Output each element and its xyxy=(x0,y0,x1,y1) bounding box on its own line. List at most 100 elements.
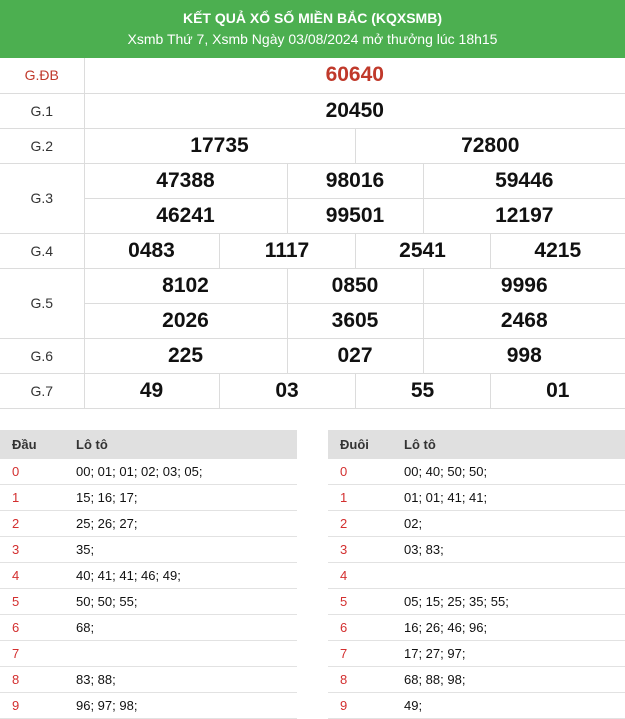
loto-row: 8 83; 88; xyxy=(0,666,297,693)
loto-row-key: 5 xyxy=(328,588,392,615)
prize-number-g3: 59446 xyxy=(422,162,625,199)
loto-row-key: 1 xyxy=(0,484,64,511)
loto-row-key: 6 xyxy=(0,614,64,641)
prize-number-g6: 225 xyxy=(83,337,288,374)
loto-row: 9 49; xyxy=(328,692,625,719)
loto-row: 2 02; xyxy=(328,510,625,537)
loto-row-values: 00; 40; 50; 50; xyxy=(392,458,625,485)
prize-number-g7: 49 xyxy=(83,372,220,409)
loto-row-values: 96; 97; 98; xyxy=(64,692,297,719)
loto-row-values: 50; 50; 55; xyxy=(64,588,297,615)
loto-row-key: 6 xyxy=(328,614,392,641)
prize-label-g7: G.7 xyxy=(0,372,85,409)
prize-number-g5: 9996 xyxy=(422,267,625,304)
loto-head-col-values: Lô tô xyxy=(64,429,297,459)
loto-row-values: 17; 27; 97; xyxy=(392,640,625,667)
loto-row-values: 03; 83; xyxy=(392,536,625,563)
loto-row-key: 1 xyxy=(328,484,392,511)
loto-row-key: 3 xyxy=(0,536,64,563)
prize-number-g3: 12197 xyxy=(422,197,625,234)
prize-label-g6: G.6 xyxy=(0,337,85,374)
loto-tail-col-values: Lô tô xyxy=(392,429,625,459)
prize-number-g3: 46241 xyxy=(84,197,288,234)
loto-row: 5 05; 15; 25; 35; 55; xyxy=(328,588,625,615)
loto-row: 4 40; 41; 41; 46; 49; xyxy=(0,562,297,589)
prize-number-g7: 01 xyxy=(489,372,625,409)
loto-row: 6 68; xyxy=(0,614,297,641)
loto-row-values: 68; xyxy=(64,614,297,641)
prize-number-g3: 47388 xyxy=(83,162,288,199)
loto-tail-table: Đuôi Lô tô 0 00; 40; 50; 50; 1 01; 01; 41; … xyxy=(328,429,625,719)
loto-row: 8 68; 88; 98; xyxy=(328,666,625,693)
prize-number-special: 60640 xyxy=(83,58,625,94)
loto-row-values: 25; 26; 27; xyxy=(64,510,297,537)
loto-head-table: Đầu Lô tô 0 00; 01; 01; 02; 03; 05; 1 15; 1… xyxy=(0,429,297,719)
header-banner: KẾT QUẢ XỔ SỐ MIỀN BẮC (KQXSMB) Xsmb Thứ… xyxy=(0,0,625,58)
loto-row-values: 83; 88; xyxy=(64,666,297,693)
results-table: G.ĐB 60640 G.1 20450 G.2 17735 72800 G.3… xyxy=(0,58,625,409)
loto-row-values: 01; 01; 41; 41; xyxy=(392,484,625,511)
prize-label-g1: G.1 xyxy=(0,92,85,129)
loto-row-key: 9 xyxy=(328,692,392,719)
prize-number-g7: 55 xyxy=(354,372,491,409)
prize-label-g4: G.4 xyxy=(0,232,85,269)
prize-number-g5: 8102 xyxy=(83,267,288,304)
prize-number-g3: 99501 xyxy=(286,197,424,234)
loto-row-key: 9 xyxy=(0,692,64,719)
loto-row-key: 0 xyxy=(328,458,392,485)
prize-number-g2: 17735 xyxy=(83,127,356,164)
prize-number-g2: 72800 xyxy=(354,127,625,164)
loto-tail-col-key: Đuôi xyxy=(328,429,392,459)
prize-label-g2: G.2 xyxy=(0,127,85,164)
loto-row-values: 02; xyxy=(392,510,625,537)
loto-row: 7 17; 27; 97; xyxy=(328,640,625,667)
loto-row: 0 00; 40; 50; 50; xyxy=(328,458,625,485)
loto-row: 3 35; xyxy=(0,536,297,563)
loto-row: 1 15; 16; 17; xyxy=(0,484,297,511)
loto-head-col-key: Đầu xyxy=(0,429,64,459)
loto-row-values: 49; xyxy=(392,692,625,719)
prize-number-g1: 20450 xyxy=(83,92,625,129)
loto-row-key: 2 xyxy=(328,510,392,537)
loto-row-key: 7 xyxy=(0,640,64,667)
loto-row: 5 50; 50; 55; xyxy=(0,588,297,615)
prize-number-g3: 98016 xyxy=(286,162,424,199)
loto-row-values: 15; 16; 17; xyxy=(64,484,297,511)
prize-number-g6: 998 xyxy=(422,337,625,374)
loto-row-key: 7 xyxy=(328,640,392,667)
prize-number-g5: 2026 xyxy=(84,302,288,339)
prize-number-g6: 027 xyxy=(286,337,424,374)
loto-row-key: 3 xyxy=(328,536,392,563)
prize-number-g4: 2541 xyxy=(354,232,491,269)
prize-label-special: G.ĐB xyxy=(0,58,85,94)
loto-row-key: 5 xyxy=(0,588,64,615)
loto-row-values: 05; 15; 25; 35; 55; xyxy=(392,588,625,615)
prize-number-g4: 4215 xyxy=(489,232,625,269)
loto-section: Đầu Lô tô 0 00; 01; 01; 02; 03; 05; 1 15; 1… xyxy=(0,429,625,719)
page-title: KẾT QUẢ XỔ SỐ MIỀN BẮC (KQXSMB) xyxy=(182,10,442,26)
loto-row-values: 40; 41; 41; 46; 49; xyxy=(64,562,297,589)
loto-row-key: 2 xyxy=(0,510,64,537)
prize-number-g4: 0483 xyxy=(83,232,220,269)
loto-row-key: 4 xyxy=(0,562,64,589)
loto-row: 0 00; 01; 01; 02; 03; 05; xyxy=(0,458,297,485)
loto-row-values: 16; 26; 46; 96; xyxy=(392,614,625,641)
prize-label-g3: G.3 xyxy=(0,162,85,234)
loto-row-key: 8 xyxy=(328,666,392,693)
loto-row-values: 00; 01; 01; 02; 03; 05; xyxy=(64,458,297,485)
loto-row-key: 0 xyxy=(0,458,64,485)
loto-row: 7 xyxy=(0,640,297,667)
loto-row-values: 35; xyxy=(64,536,297,563)
prize-number-g5: 2468 xyxy=(422,302,625,339)
page-subtitle: Xsmb Thứ 7, Xsmb Ngày 03/08/2024 mở thưở… xyxy=(127,31,498,47)
loto-row: 4 xyxy=(328,562,625,589)
loto-row: 6 16; 26; 46; 96; xyxy=(328,614,625,641)
prize-number-g7: 03 xyxy=(218,372,356,409)
loto-row-values xyxy=(64,640,297,667)
loto-row: 2 25; 26; 27; xyxy=(0,510,297,537)
prize-number-g4: 1117 xyxy=(218,232,356,269)
prize-label-g5: G.5 xyxy=(0,267,85,339)
prize-number-g5: 0850 xyxy=(286,267,424,304)
loto-row: 3 03; 83; xyxy=(328,536,625,563)
loto-row-values: 68; 88; 98; xyxy=(392,666,625,693)
